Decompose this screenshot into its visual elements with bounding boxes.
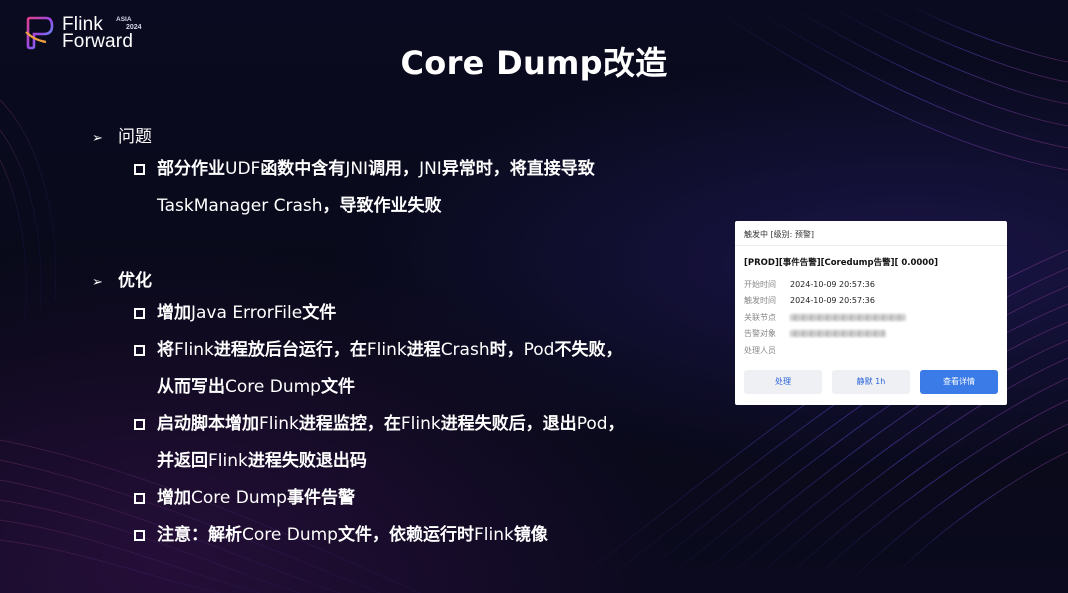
optimize-item-4-line-1: 增加Core Dump事件告警 [134, 480, 694, 517]
optimize-item-3: 启动脚本增加Flink进程监控，在Flink进程失败后，退出Pod， 并返回Fl… [134, 406, 694, 480]
text-run: Core Dump [225, 377, 321, 397]
checkbox-bullet-icon [134, 164, 145, 175]
text-run: ，导致作业失败 [322, 196, 442, 216]
text-run: Core Dump [191, 488, 287, 508]
text-run: TaskManager Crash [157, 196, 323, 216]
text-run: 不失败， [554, 340, 623, 360]
text-run: 启动脚本增加 [157, 414, 259, 434]
alert-row-key: 处理人员 [744, 346, 776, 355]
handle-button[interactable]: 处理 [744, 370, 822, 394]
text-run: ， [607, 414, 625, 434]
slide-title: Core Dump改造 [400, 44, 668, 82]
text-run: 镜像 [513, 525, 548, 545]
text-run: 将 [157, 340, 174, 360]
alert-row-handler: 处理人员 [744, 345, 994, 357]
alert-row-key: 告警对象 [744, 329, 776, 338]
text-run: 文件 [302, 303, 337, 323]
heading-problem-text: 问题 [118, 127, 152, 147]
text-run: Flink [208, 451, 248, 471]
optimize-item-2: 将Flink进程放后台运行，在Flink进程Crash时，Pod不失败， 从而写… [134, 332, 694, 406]
optimize-item-4: 增加Core Dump事件告警 [134, 480, 694, 517]
alert-row-node: 关联节点 [744, 312, 994, 324]
checkbox-bullet-icon [134, 530, 145, 541]
optimize-item-1-line-1: 增加Java ErrorFile文件 [134, 295, 694, 332]
checkbox-bullet-icon [134, 493, 145, 504]
text-run: 增加 [157, 303, 191, 323]
optimize-item-3-line-1: 启动脚本增加Flink进程监控，在Flink进程失败后，退出Pod， [134, 406, 694, 443]
logo-year: 2024 [126, 24, 142, 31]
text-run: 文件 [320, 377, 355, 397]
alert-divider [735, 245, 1007, 246]
text-run: Flink [366, 340, 407, 360]
text-run: Core Dump [242, 525, 338, 545]
text-run: 时， [489, 340, 524, 360]
logo-tag-asia: ASIA [116, 16, 132, 23]
checkbox-bullet-icon [134, 419, 145, 430]
text-run: Flink [400, 414, 441, 434]
text-run: 增加 [157, 488, 191, 508]
text-run: JNI [345, 159, 369, 179]
text-run: 进程 [406, 340, 441, 360]
alert-card: 触发中 [级别: 预警] [PROD][事件告警][Coredump告警][ 0… [735, 221, 1007, 405]
text-run: 文件，依赖运行时 [337, 525, 474, 545]
optimize-item-5-line-1: 注意：解析Core Dump文件，依赖运行时Flink镜像 [134, 517, 694, 554]
text-run: Crash [440, 340, 490, 360]
text-run: 注意：解析 [157, 525, 242, 545]
text-run: Flink [174, 340, 214, 360]
alert-status: 触发中 [级别: 预警] [744, 230, 815, 239]
text-run: 事件告警 [286, 488, 355, 508]
text-run: Flink [259, 414, 299, 434]
alert-row-start-time: 开始时间 2024-10-09 20:57:36 [744, 279, 994, 291]
optimize-item-2-line-1: 将Flink进程放后台运行，在Flink进程Crash时，Pod不失败， [134, 332, 694, 369]
checkbox-bullet-icon [134, 308, 145, 319]
mute-1h-button[interactable]: 静默 1h [832, 370, 910, 394]
redacted-node-value [790, 314, 906, 321]
problem-item-1-line-1: 部分作业UDF函数中含有JNI调用，JNI异常时，将直接导致 [134, 151, 694, 188]
problem-item-1-line-2: TaskManager Crash，导致作业失败 [134, 188, 694, 225]
alert-row-target: 告警对象 [744, 328, 994, 340]
alert-row-key: 触发时间 [744, 296, 776, 305]
text-run: UDF [225, 159, 261, 179]
text-run: 进程失败后，退出 [440, 414, 577, 434]
text-run: 进程失败退出码 [247, 451, 367, 471]
text-run: 调用， [368, 159, 420, 179]
view-details-button[interactable]: 查看详情 [920, 370, 998, 394]
text-run: 进程放后台运行，在 [213, 340, 367, 360]
problem-item-1: 部分作业UDF函数中含有JNI调用，JNI异常时，将直接导致 TaskManag… [134, 151, 694, 225]
arrow-bullet-icon: ➢ [92, 275, 103, 290]
optimize-item-5: 注意：解析Core Dump文件，依赖运行时Flink镜像 [134, 517, 694, 554]
text-run: 部分作业 [157, 159, 225, 179]
alert-row-value: 2024-10-09 20:57:36 [790, 296, 875, 305]
alert-title: [PROD][事件告警][Coredump告警][ 0.0000] [744, 258, 939, 268]
arrow-bullet-icon: ➢ [92, 131, 103, 146]
text-run: 异常时，将直接导致 [441, 159, 595, 179]
alert-row-key: 关联节点 [744, 313, 776, 322]
optimize-item-1: 增加Java ErrorFile文件 [134, 295, 694, 332]
checkbox-bullet-icon [134, 345, 145, 356]
alert-row-trigger-time: 触发时间 2024-10-09 20:57:36 [744, 295, 994, 307]
text-run: Pod [523, 340, 555, 360]
text-run: 并返回 [157, 451, 208, 471]
alert-row-value: 2024-10-09 20:57:36 [790, 280, 875, 289]
text-run: 进程监控，在 [298, 414, 401, 434]
text-run: Java ErrorFile [191, 303, 303, 323]
optimize-item-2-line-2: 从而写出Core Dump文件 [134, 369, 694, 406]
heading-optimize-text: 优化 [118, 271, 152, 291]
redacted-target-value [790, 330, 886, 337]
text-run: 函数中含有 [260, 159, 346, 179]
text-run: Flink [473, 525, 514, 545]
alert-row-key: 开始时间 [744, 280, 776, 289]
heading-optimize: ➢ 优化 [92, 266, 152, 291]
optimize-item-3-line-2: 并返回Flink进程失败退出码 [134, 443, 694, 480]
heading-problem: ➢ 问题 [92, 122, 152, 147]
slide: Flink Forward ASIA 2024 Core Dump改造 ➢ 问题 … [0, 0, 1068, 593]
text-run: JNI [419, 159, 442, 179]
text-run: Pod [576, 414, 608, 434]
text-run: 从而写出 [157, 377, 225, 397]
